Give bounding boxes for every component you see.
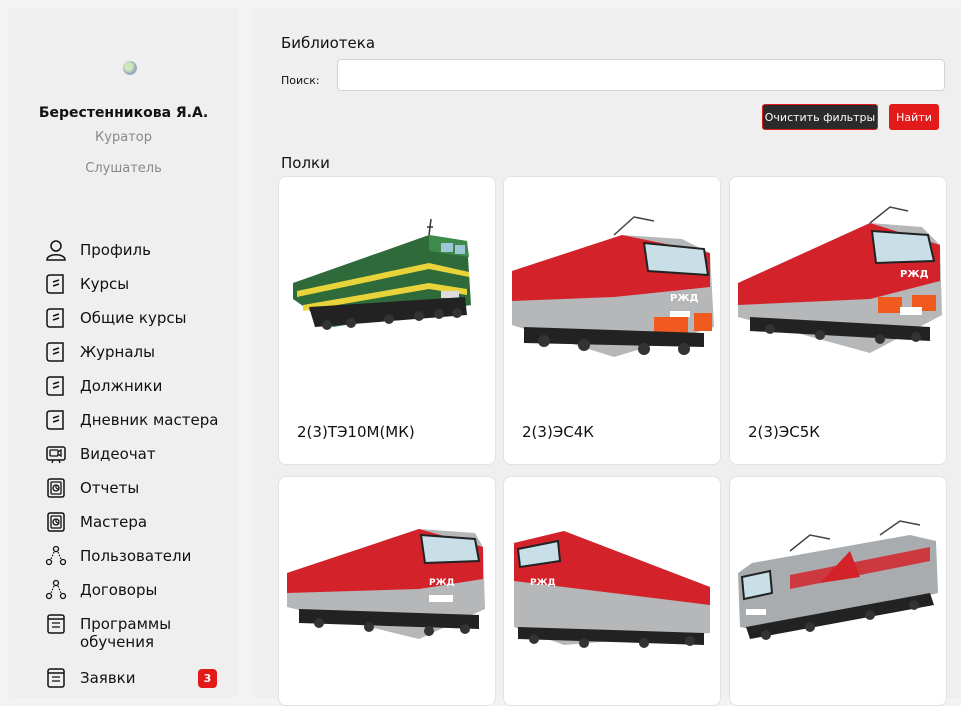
sidebar: Берестенникова Я.А. Куратор Слушатель Пр… (8, 8, 239, 698)
sidebar-item-masters[interactable]: Мастера (44, 510, 234, 534)
grey-electric-locomotive-image (738, 520, 938, 640)
book-icon (46, 376, 64, 396)
shelf-title: 2(3)ЭС4К (522, 423, 594, 441)
search-input[interactable] (337, 59, 945, 91)
user-role-curator[interactable]: Куратор (8, 130, 239, 145)
red-electric-locomotive-image: РЖД (512, 216, 714, 357)
sidebar-item-reports[interactable]: Отчеты (44, 476, 234, 500)
sidebar-item-label: Отчеты (80, 479, 140, 497)
list-icon (47, 668, 65, 688)
user-role-listener[interactable]: Слушатель (8, 161, 239, 176)
search-label: Поиск: (281, 74, 320, 87)
requests-count-badge: 3 (198, 669, 217, 688)
sidebar-item-label: Журналы (80, 343, 155, 361)
sidebar-item-journals[interactable]: Журналы (44, 340, 234, 364)
user-name: Берестенникова Я.А. (38, 105, 209, 121)
sidebar-item-courses[interactable]: Курсы (44, 272, 234, 296)
users-icon (45, 545, 67, 566)
profile-icon (46, 240, 66, 261)
book-icon (46, 274, 64, 294)
red-diesel-locomotive-image: РЖД (287, 529, 485, 639)
sidebar-item-label: Курсы (80, 275, 130, 293)
sidebar-item-video-chat[interactable]: Видеочат (44, 442, 234, 466)
shelf-card[interactable]: РЖД (278, 476, 496, 706)
avatar[interactable] (123, 61, 137, 75)
green-diesel-locomotive-image (293, 218, 471, 330)
red-diesel-locomotive-image: РЖД (514, 531, 710, 648)
clear-filters-button[interactable]: Очистить фильтры (762, 104, 878, 130)
shelf-title: 2(3)ЭС5К (748, 423, 820, 441)
red-electric-locomotive-image: РЖД (738, 206, 942, 353)
sidebar-item-contracts[interactable]: Договоры (44, 578, 234, 602)
book-icon (46, 342, 64, 362)
sidebar-item-common-courses[interactable]: Общие курсы (44, 306, 234, 330)
sidebar-item-master-diary[interactable]: Дневник мастера (44, 408, 234, 432)
page-title: Библиотека (281, 34, 376, 52)
sidebar-item-label: Заявки (80, 669, 136, 687)
video-chat-icon (46, 446, 66, 464)
shelf-card[interactable] (729, 476, 947, 706)
sidebar-item-label: Договоры (80, 581, 158, 599)
sidebar-item-requests[interactable]: Заявки 3 (44, 666, 234, 690)
book-icon (46, 410, 64, 430)
sidebar-item-label: Общие курсы (80, 309, 187, 327)
users-icon (45, 579, 67, 600)
sidebar-item-debtors[interactable]: Должники (44, 374, 234, 398)
report-icon (47, 512, 65, 532)
shelves-title: Полки (281, 154, 330, 172)
find-button[interactable]: Найти (889, 104, 939, 130)
book-icon (46, 308, 64, 328)
sidebar-item-label: Мастера (80, 513, 148, 531)
svg-text:РЖД: РЖД (670, 293, 699, 304)
sidebar-item-label: Дневник мастера (80, 411, 219, 429)
shelf-card[interactable]: РЖД 2(3)ЭС4К (503, 176, 721, 465)
sidebar-item-label: Должники (80, 377, 163, 395)
sidebar-item-label: Программы обучения (80, 615, 172, 651)
library-panel: Библиотека Поиск: Очистить фильтры Найти… (252, 8, 961, 706)
sidebar-item-profile[interactable]: Профиль (44, 238, 234, 262)
svg-text:РЖД: РЖД (429, 578, 455, 588)
sidebar-item-label: Пользователи (80, 547, 192, 565)
shelf-card[interactable]: РЖД (503, 476, 721, 706)
sidebar-item-training-programs[interactable]: Программы обучения (44, 612, 234, 651)
sidebar-item-label: Профиль (80, 241, 151, 259)
shelf-card[interactable]: РЖД 2(3)ЭС5К (729, 176, 947, 465)
shelf-title: 2(3)ТЭ10М(МК) (297, 423, 415, 441)
svg-text:РЖД: РЖД (900, 269, 929, 280)
sidebar-item-label: Видеочат (80, 445, 156, 463)
sidebar-item-users[interactable]: Пользователи (44, 544, 234, 568)
svg-text:РЖД: РЖД (530, 578, 556, 588)
shelf-card[interactable]: 2(3)ТЭ10М(МК) (278, 176, 496, 465)
report-icon (47, 478, 65, 498)
list-icon (47, 614, 65, 634)
